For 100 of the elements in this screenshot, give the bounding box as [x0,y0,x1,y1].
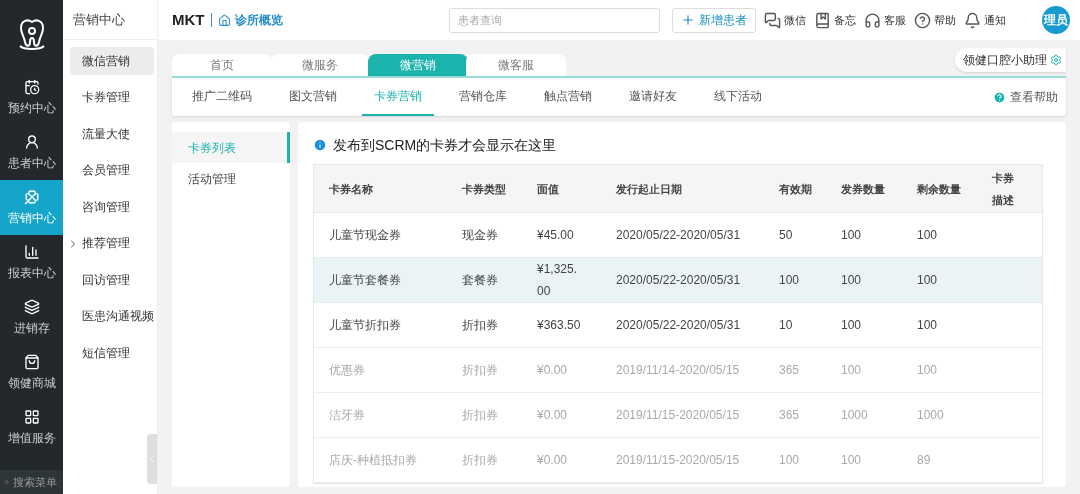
table-cell-text: 儿童节折扣券 [329,317,402,334]
notice-text: 发布到SCRM的卡券才会显示在这里 [333,135,557,155]
table-cell-text: 100 [917,272,939,289]
table-cell-text: 2020/05/22-2020/05/31 [616,272,742,289]
table-cell-text: ¥45.00 [537,227,575,244]
sidebar-item[interactable]: 短信管理 [70,339,154,368]
table-cell-text: 儿童节套餐券 [329,272,402,289]
column-header: 卡券名称 [329,181,374,197]
sidebar-item[interactable]: 回访管理 [70,266,154,295]
table-cell-text: 店庆-种植抵扣券 [329,452,418,469]
table-cell-text: 89 [917,452,932,469]
nav-rail-item[interactable]: 患者中心 [0,125,63,180]
subnav-tab[interactable]: 邀请好友 [617,78,689,116]
table-cell-text: 2019/11/14-2020/05/15 [616,362,741,379]
table-cell-text: 100 [917,362,939,379]
table-cell-text: 折扣券 [462,362,499,379]
table-cell-text: 100 [917,227,939,244]
bar-chart-icon [23,243,40,260]
grid-icon [23,408,40,425]
nav-rail-item[interactable]: 增值服务 [0,400,63,455]
add-patient-button[interactable]: 新增患者 [671,7,756,33]
collapse-handle[interactable] [147,434,157,484]
sidebar-item[interactable]: 推荐管理 [70,229,154,258]
header-action[interactable]: 微信 [763,11,806,29]
column-header: 发券数量 [841,181,886,197]
sidebar-item[interactable]: 医患沟通视频 [70,302,154,331]
table-cell-text: 100 [917,317,939,334]
header-action[interactable]: 通知 [963,11,1006,29]
table-cell-text: 折扣券 [462,407,499,424]
header-action[interactable]: 客服 [863,11,906,29]
table-cell-text: 2019/11/15-2020/05/15 [616,407,741,424]
table-cell-text: 2020/05/22-2020/05/31 [616,227,742,244]
subnav-tab[interactable]: 图文营销 [277,78,349,116]
user-icon [23,133,40,150]
column-header: 剩余数量 [917,181,962,197]
subnav-tab[interactable]: 推广二维码 [180,78,264,116]
info-icon [313,138,327,152]
nav-rail-item[interactable]: 领健商城 [0,345,63,400]
side-menu-item[interactable]: 活动管理 [172,163,290,194]
table-cell-text: ¥1,325.00 [537,261,579,300]
column-header: 卡券类型 [462,181,507,197]
assistant-label: 领健口腔小助理 [963,52,1047,69]
book-icon [813,11,831,29]
nav-rail-item[interactable]: 报表中心 [0,235,63,290]
table-cell-text: 100 [841,317,863,334]
subnav-tab[interactable]: 营销仓库 [447,78,519,116]
help-icon [913,11,931,29]
subnav-tab[interactable]: 线下活动 [702,78,774,116]
tooth-logo[interactable] [16,18,47,52]
assistant-chip[interactable]: 领健口腔小助理 [955,48,1066,72]
help-icon [993,90,1006,104]
table-cell-text: 50 [779,227,794,244]
sidebar-item[interactable]: 咨询管理 [70,193,154,222]
sidebar-title: 营销中心 [73,10,125,29]
table-cell-text: 2020/05/22-2020/05/31 [616,317,742,334]
module-tab[interactable]: 微服务 [270,54,370,76]
table-cell-text: ¥0.00 [537,362,569,379]
header-action[interactable]: 备忘 [813,11,856,29]
patient-search-field[interactable]: 患者查询 [448,7,660,33]
sidebar-item[interactable]: 流量大使 [70,120,154,149]
table-cell-text: 100 [841,452,863,469]
table-cell-text: ¥0.00 [537,407,569,424]
column-header: 有效期 [779,181,813,197]
table-cell-text: 365 [779,407,801,424]
column-header: 卡券描述 [992,170,1015,208]
module-tab[interactable]: 微客服 [466,54,566,76]
sidebar-item[interactable]: 会员管理 [70,156,154,185]
table-cell-text: 套餐券 [462,272,499,289]
home-icon [217,13,231,27]
table-cell-text: 100 [779,272,801,289]
table-cell-text: 100 [841,362,863,379]
table-cell-text: ¥363.50 [537,317,582,334]
chevron-left-icon [147,454,157,464]
column-header: 面值 [537,181,560,197]
overview-link[interactable]: 诊所概览 [217,11,283,29]
sidebar-item[interactable]: 卡券管理 [70,83,154,112]
table-cell-text: 折扣券 [462,452,499,469]
table-cell-text: 2019/11/15-2020/05/15 [616,452,741,469]
table-cell-text: 100 [841,227,863,244]
nav-rail-item[interactable]: 预约中心 [0,70,63,125]
table-cell-text: 1000 [841,407,869,424]
nav-rail-item[interactable]: 进销存 [0,290,63,345]
table-cell-text: 优惠券 [329,362,366,379]
bag-icon [23,353,40,370]
help-link[interactable]: 查看帮助 [993,78,1058,116]
table-cell-text: 现金券 [462,227,499,244]
table-cell-text: 100 [841,272,863,289]
plus-icon [680,13,695,27]
column-header: 发行起止日期 [616,181,683,197]
subnav-tab[interactable]: 触点营销 [532,78,604,116]
chat-icon [763,11,781,29]
page-title: MKT [172,9,205,30]
module-tab[interactable]: 首页 [172,54,272,76]
table-cell-text: 10 [779,317,794,334]
table-cell-text: 1000 [917,407,945,424]
table-row[interactable]: 儿童节套餐券 套餐券 ¥1,325.00 2020/05/22-2020/05/31 100 100 100 [314,258,1042,303]
table-cell-text: 折扣券 [462,317,499,334]
sidebar-item[interactable]: 微信营销 [70,47,154,76]
header-action[interactable]: 帮助 [913,11,956,29]
table-cell-text: ¥0.00 [537,452,569,469]
